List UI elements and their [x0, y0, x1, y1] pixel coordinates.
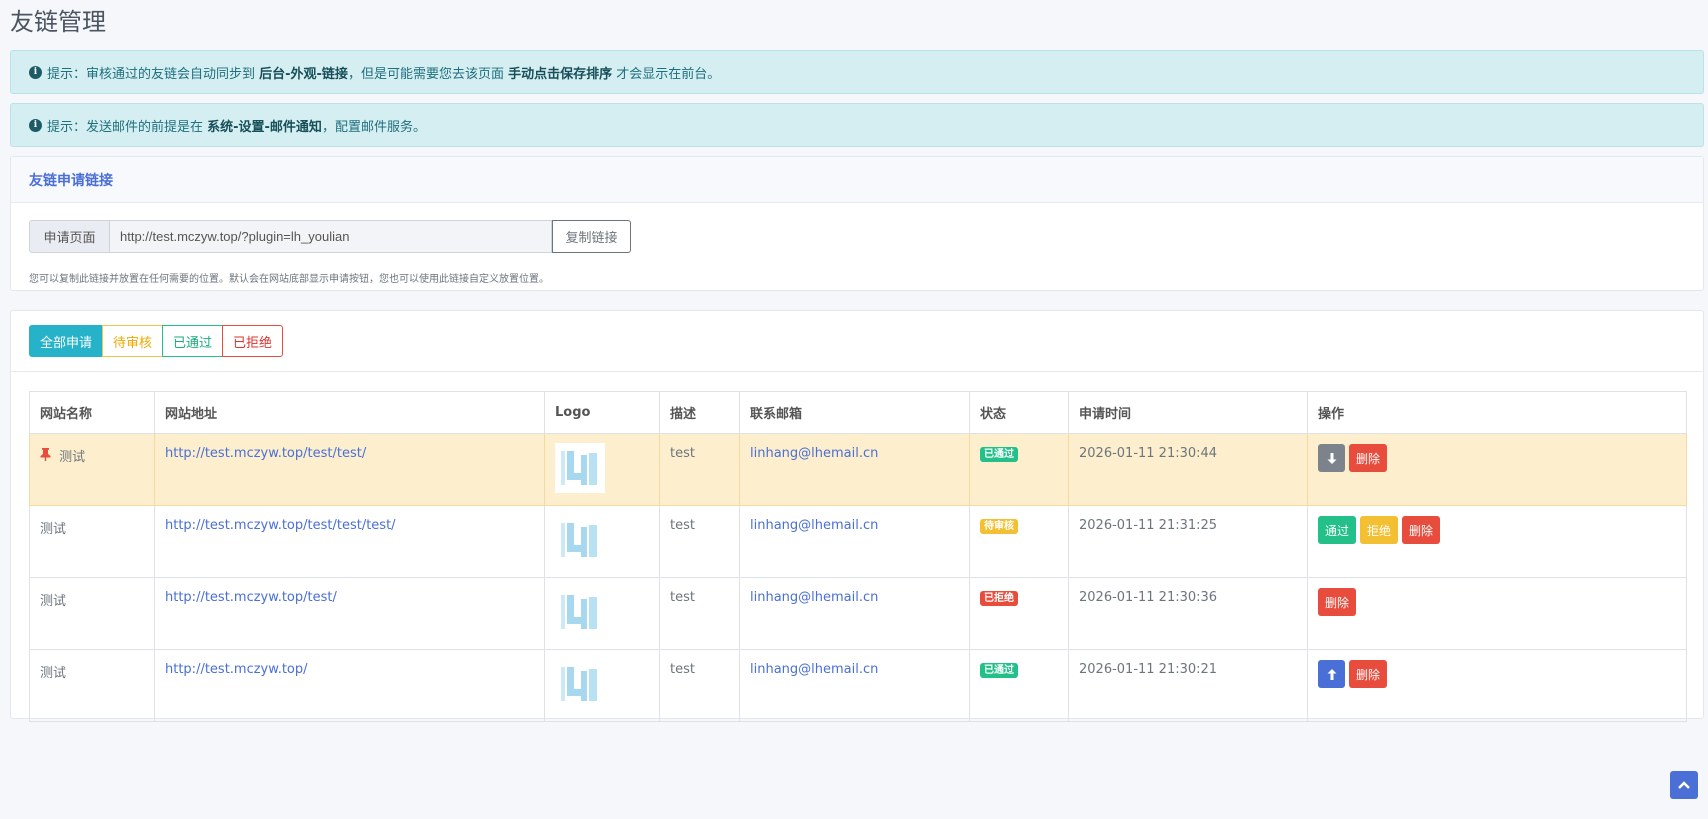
- applications-card: 全部申请 待审核 已通过 已拒绝 网站名称 网站地址 Logo 描述 联系邮箱 …: [10, 310, 1704, 722]
- cell-url: http://test.mczyw.top/: [154, 649, 545, 722]
- table-row: 测试 http://test.mczyw.top/test/test/ test…: [29, 433, 1687, 506]
- cell-email: linhang@lhemail.cn: [739, 505, 970, 578]
- status-badge: 已通过: [980, 663, 1018, 678]
- site-logo: [555, 515, 605, 565]
- header-url: 网站地址: [154, 391, 545, 434]
- delete-button[interactable]: 删除: [1349, 660, 1388, 688]
- email-link[interactable]: linhang@lhemail.cn: [750, 590, 878, 605]
- site-url-link[interactable]: http://test.mczyw.top/: [165, 662, 308, 677]
- arrow-up-icon: [1327, 668, 1336, 680]
- filter-rejected-button[interactable]: 已拒绝: [222, 325, 284, 357]
- reject-button[interactable]: 拒绝: [1360, 516, 1399, 544]
- alert-text: 提示：审核通过的友链会自动同步到 后台-外观-链接，但是可能需要您去该页面 手动…: [47, 66, 721, 82]
- cell-logo: [544, 433, 660, 506]
- cell-logo: [544, 577, 660, 650]
- cell-logo: [544, 649, 660, 722]
- alert-text: 提示：发送邮件的前提是在 系统-设置-邮件通知，配置邮件服务。: [47, 119, 426, 135]
- cell-actions: 删除: [1307, 649, 1687, 722]
- sync-tip-alert: i 提示：审核通过的友链会自动同步到 后台-外观-链接，但是可能需要您去该页面 …: [10, 50, 1704, 94]
- site-logo: [555, 443, 605, 493]
- apply-link-input-group: 申请页面 复制链接: [29, 220, 631, 253]
- chevron-up-icon: [1678, 781, 1690, 789]
- site-logo: [555, 659, 605, 709]
- cell-name: 测试: [29, 505, 155, 578]
- header-actions: 操作: [1307, 391, 1687, 434]
- cell-desc: test: [659, 649, 740, 722]
- table-row: 测试 http://test.mczyw.top/test/test/test/…: [29, 505, 1687, 578]
- cell-name: 测试: [29, 649, 155, 722]
- table-row: 测试 http://test.mczyw.top/ test linhang@l…: [29, 649, 1687, 722]
- cell-email: linhang@lhemail.cn: [739, 649, 970, 722]
- site-logo: [555, 587, 605, 637]
- status-filter-group: 全部申请 待审核 已通过 已拒绝: [29, 325, 284, 357]
- filter-all-button[interactable]: 全部申请: [29, 325, 104, 357]
- cell-status: 已通过: [969, 649, 1069, 722]
- email-link[interactable]: linhang@lhemail.cn: [750, 662, 878, 677]
- cell-name: 测试: [29, 433, 155, 506]
- cell-time: 2026-01-11 21:30:36: [1068, 577, 1308, 650]
- thumbtack-icon: [40, 448, 55, 465]
- scroll-to-top-button[interactable]: [1670, 771, 1698, 799]
- status-badge: 已通过: [980, 447, 1018, 462]
- arrow-down-icon: [1327, 452, 1336, 464]
- cell-actions: 删除: [1307, 433, 1687, 506]
- cell-time: 2026-01-11 21:30:44: [1068, 433, 1308, 506]
- page-title: 友链管理: [10, 8, 106, 36]
- cell-actions: 删除: [1307, 577, 1687, 650]
- cell-url: http://test.mczyw.top/test/: [154, 577, 545, 650]
- apply-link-help: 您可以复制此链接并放置在任何需要的位置。默认会在网站底部显示申请按钮，您也可以使…: [29, 274, 549, 285]
- info-circle-icon: i: [29, 118, 42, 132]
- cell-email: linhang@lhemail.cn: [739, 433, 970, 506]
- header-time: 申请时间: [1068, 391, 1308, 434]
- cell-status: 待审核: [969, 505, 1069, 578]
- applications-table: 网站名称 网站地址 Logo 描述 联系邮箱 状态 申请时间 操作 测试 htt…: [29, 391, 1687, 722]
- delete-button[interactable]: 删除: [1318, 588, 1357, 616]
- status-badge: 已拒绝: [980, 591, 1018, 606]
- delete-button[interactable]: 删除: [1349, 444, 1388, 472]
- approve-button[interactable]: 通过: [1318, 516, 1357, 544]
- cell-time: 2026-01-11 21:31:25: [1068, 505, 1308, 578]
- cell-time: 2026-01-11 21:30:21: [1068, 649, 1308, 722]
- cell-actions: 通过 拒绝 删除: [1307, 505, 1687, 578]
- email-tip-alert: i 提示：发送邮件的前提是在 系统-设置-邮件通知，配置邮件服务。: [10, 103, 1704, 147]
- site-url-link[interactable]: http://test.mczyw.top/test/test/: [165, 446, 366, 461]
- cell-name: 测试: [29, 577, 155, 650]
- info-circle-icon: i: [29, 65, 42, 79]
- move-up-button[interactable]: [1318, 660, 1345, 688]
- copy-link-button[interactable]: 复制链接: [552, 220, 631, 253]
- table-header-row: 网站名称 网站地址 Logo 描述 联系邮箱 状态 申请时间 操作: [29, 391, 1687, 434]
- cell-url: http://test.mczyw.top/test/test/: [154, 433, 545, 506]
- delete-button[interactable]: 删除: [1402, 516, 1441, 544]
- apply-link-input[interactable]: [109, 220, 552, 253]
- header-desc: 描述: [659, 391, 740, 434]
- divider: [11, 371, 1703, 372]
- header-name: 网站名称: [29, 391, 155, 434]
- cell-email: linhang@lhemail.cn: [739, 577, 970, 650]
- apply-link-card: 友链申请链接 申请页面 复制链接 您可以复制此链接并放置在任何需要的位置。默认会…: [10, 156, 1704, 291]
- filter-pending-button[interactable]: 待审核: [102, 325, 164, 357]
- status-badge: 待审核: [980, 519, 1018, 534]
- email-link[interactable]: linhang@lhemail.cn: [750, 446, 878, 461]
- cell-desc: test: [659, 577, 740, 650]
- header-status: 状态: [969, 391, 1069, 434]
- site-url-link[interactable]: http://test.mczyw.top/test/: [165, 590, 337, 605]
- site-url-link[interactable]: http://test.mczyw.top/test/test/test/: [165, 518, 396, 533]
- cell-desc: test: [659, 505, 740, 578]
- header-logo: Logo: [544, 391, 660, 434]
- cell-status: 已通过: [969, 433, 1069, 506]
- header-email: 联系邮箱: [739, 391, 970, 434]
- move-down-button[interactable]: [1318, 444, 1345, 472]
- cell-status: 已拒绝: [969, 577, 1069, 650]
- email-link[interactable]: linhang@lhemail.cn: [750, 518, 878, 533]
- apply-link-header: 友链申请链接: [11, 157, 1703, 203]
- site-name: 测试: [59, 450, 86, 465]
- table-row: 测试 http://test.mczyw.top/test/ test linh…: [29, 577, 1687, 650]
- cell-logo: [544, 505, 660, 578]
- cell-url: http://test.mczyw.top/test/test/test/: [154, 505, 545, 578]
- filter-passed-button[interactable]: 已通过: [162, 325, 224, 357]
- cell-desc: test: [659, 433, 740, 506]
- apply-page-label: 申请页面: [29, 220, 109, 253]
